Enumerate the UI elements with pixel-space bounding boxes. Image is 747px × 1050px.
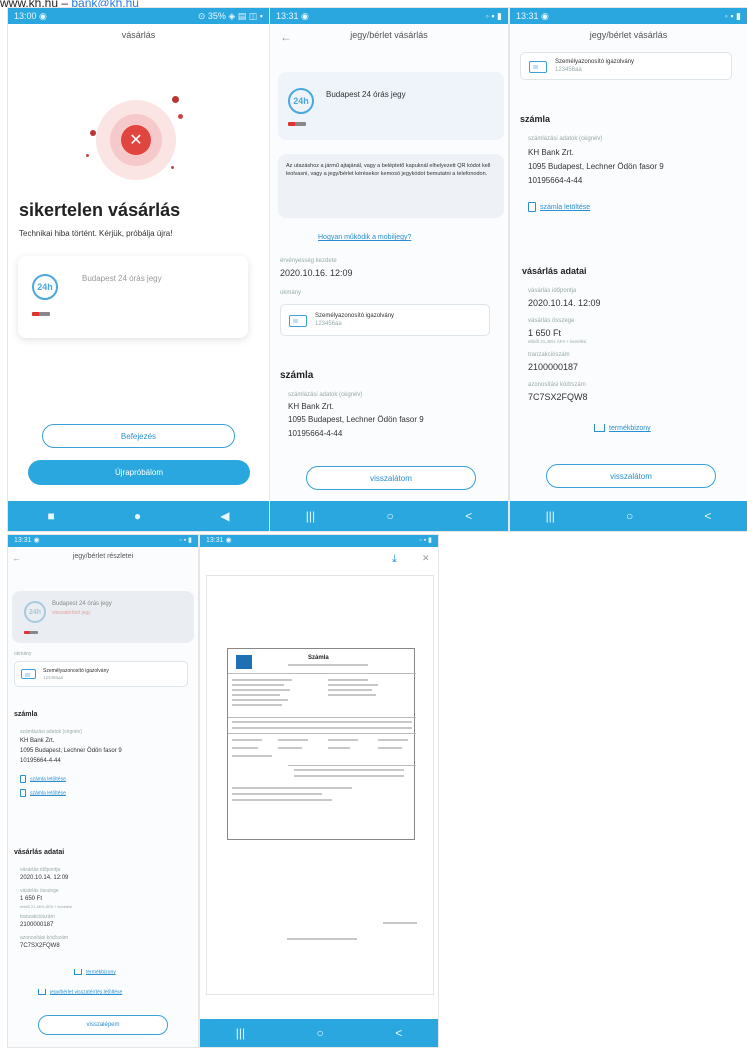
page-title: jegy/bérlet vásárlás [350,30,428,40]
back-arrow-icon[interactable]: ← [12,553,21,563]
back-arrow-icon[interactable]: ← [280,30,292,44]
credit-note-download-link[interactable]: számla letöltése [20,789,66,797]
page-title: vásárlás [121,30,156,40]
invoice-download-link[interactable]: számla letöltése [528,202,590,212]
back-icon[interactable]: < [395,1026,402,1040]
document-icon [528,202,536,212]
document-row: Személyazonosító igazolvány 123456aa [280,304,490,336]
back-icon[interactable]: < [704,509,711,523]
status-bar: 13:31 ◉ ◦ ▪ ▮ [270,8,508,24]
operator-logo [24,631,38,634]
screen-purchase-details: 13:31 ◉ ◦ ▪ ▮ ← jegy/bérlet vásárlás 24h B… [269,7,509,532]
section-invoice: számla [280,370,314,381]
ticket-card: 24h Budapest 24 órás jegy visszatérített… [12,591,194,643]
section-purchase: vásárlás adatai [522,266,587,276]
back-button[interactable]: visszalépem [38,1015,168,1035]
operator-logo [32,312,50,316]
back-button[interactable]: visszalátom [306,466,476,490]
how-it-works-link[interactable]: Hogyan működik a mobiljegy? [318,234,411,241]
recent-apps-icon[interactable]: ||| [546,509,555,523]
status-bar: 13:00 ◉ ⊙ 35% ◈ ▤ ◫ ▪ [8,8,269,24]
android-nav-bar: ||| ○ < [270,501,508,531]
section-purchase: vásárlás adatai [14,849,65,856]
recent-apps-icon[interactable]: ■ [48,509,55,523]
back-icon[interactable]: < [465,509,472,523]
ticket-24h-icon: 24h [288,88,314,114]
receipt-link[interactable]: termékbizony [594,424,651,432]
screen-invoice-preview: 13:31 ◉ ◦ ▪ ▮ ⤓ ✕ Számla ||| ○ < [199,534,439,1048]
ticket-name: Budapest 24 órás jegy [52,601,112,607]
download-icon [38,989,46,995]
id-card-icon [289,315,307,327]
status-bar: 13:31 ◉ ◦ ▪ ▮ [200,535,438,547]
ticket-status: visszatérített jegy [52,610,91,616]
ticket-24h-icon: 24h [24,601,46,623]
screen-header: jegy/bérlet vásárlás [510,30,747,52]
page-title: jegy/bérlet részletei [72,553,134,560]
screen-header: vásárlás [8,30,269,52]
failure-message: Technikai hiba történt. Kérjük, próbálja… [19,229,173,238]
home-icon[interactable]: ○ [317,1026,324,1040]
status-bar: 13:31 ◉ ◦ ▪ ▮ [510,8,747,24]
ticket-card: 24h Budapest 24 órás jegy [278,72,504,140]
bank-logo [236,655,252,669]
id-card-icon [529,61,547,73]
ticket-card: 24h Budapest 24 órás jegy [18,256,248,338]
screen-header: ← jegy/bérlet vásárlás [270,30,508,52]
ticket-name: Budapest 24 órás jegy [82,274,162,283]
android-nav-bar: ||| ○ < [200,1019,438,1047]
validity-start: 2020.10.16. 12:09 [280,268,353,278]
recent-apps-icon[interactable]: ||| [236,1026,245,1040]
error-illustration: ✕ [86,96,183,180]
back-button[interactable]: visszalátom [546,464,716,488]
close-icon[interactable]: ✕ [422,553,430,564]
back-icon[interactable]: ◀ [220,509,229,523]
section-invoice: számla [14,711,38,718]
failure-headline: sikertelen vásárlás [19,200,181,220]
invoice-page: Számla [206,575,434,995]
screen-purchase-details-scrolled: 13:31 ◉ ◦ ▪ ▮ jegy/bérlet vásárlás Személ… [509,7,747,532]
operator-logo [288,122,306,126]
ticket-name: Budapest 24 órás jegy [326,90,406,99]
home-icon[interactable]: ○ [626,509,633,523]
receipt-link[interactable]: termékbizony [74,969,116,975]
error-x-icon: ✕ [121,125,151,155]
recent-apps-icon[interactable]: ||| [306,509,315,523]
android-nav-bar: ■ ● ◀ [8,501,269,531]
document-icon [20,789,26,797]
download-icon [594,424,605,432]
screen-ticket-details: 13:31 ◉ ◦ ▪ ▮ ← jegy/bérlet részletei 24h … [7,534,199,1048]
screen-failed-purchase: 13:00 ◉ ⊙ 35% ◈ ▤ ◫ ▪ vásárlás ✕ sikertel… [7,7,269,532]
ticket-24h-icon: 24h [32,274,58,300]
refund-download-link[interactable]: jegy/bérlet visszatérítés letöltése [38,989,122,995]
document-row: Személyazonosító igazolvány 123456aa [14,661,188,687]
page-title: jegy/bérlet vásárlás [589,30,668,40]
status-bar: 13:31 ◉ ◦ ▪ ▮ [8,535,198,547]
document-icon [20,775,26,783]
download-icon[interactable]: ⤓ [392,553,397,566]
document-row: Személyazonosító igazolvány 123456aa [520,52,732,80]
invoice-document: Számla [227,648,416,840]
screen-header: ← jegy/bérlet részletei [8,553,198,575]
android-nav-bar: ||| ○ < [510,501,747,531]
home-icon[interactable]: ● [134,509,141,523]
finish-button[interactable]: Befejezés [42,424,235,448]
id-card-icon [21,669,36,679]
home-icon[interactable]: ○ [387,509,394,523]
qr-notice-box: Az utazáshoz a jármű ajtajánál, vagy a b… [278,154,504,218]
download-icon [74,969,82,975]
retry-button[interactable]: Újrapróbálom [28,460,250,485]
invoice-download-link[interactable]: számla letöltése [20,775,66,783]
section-invoice: számla [520,114,551,124]
